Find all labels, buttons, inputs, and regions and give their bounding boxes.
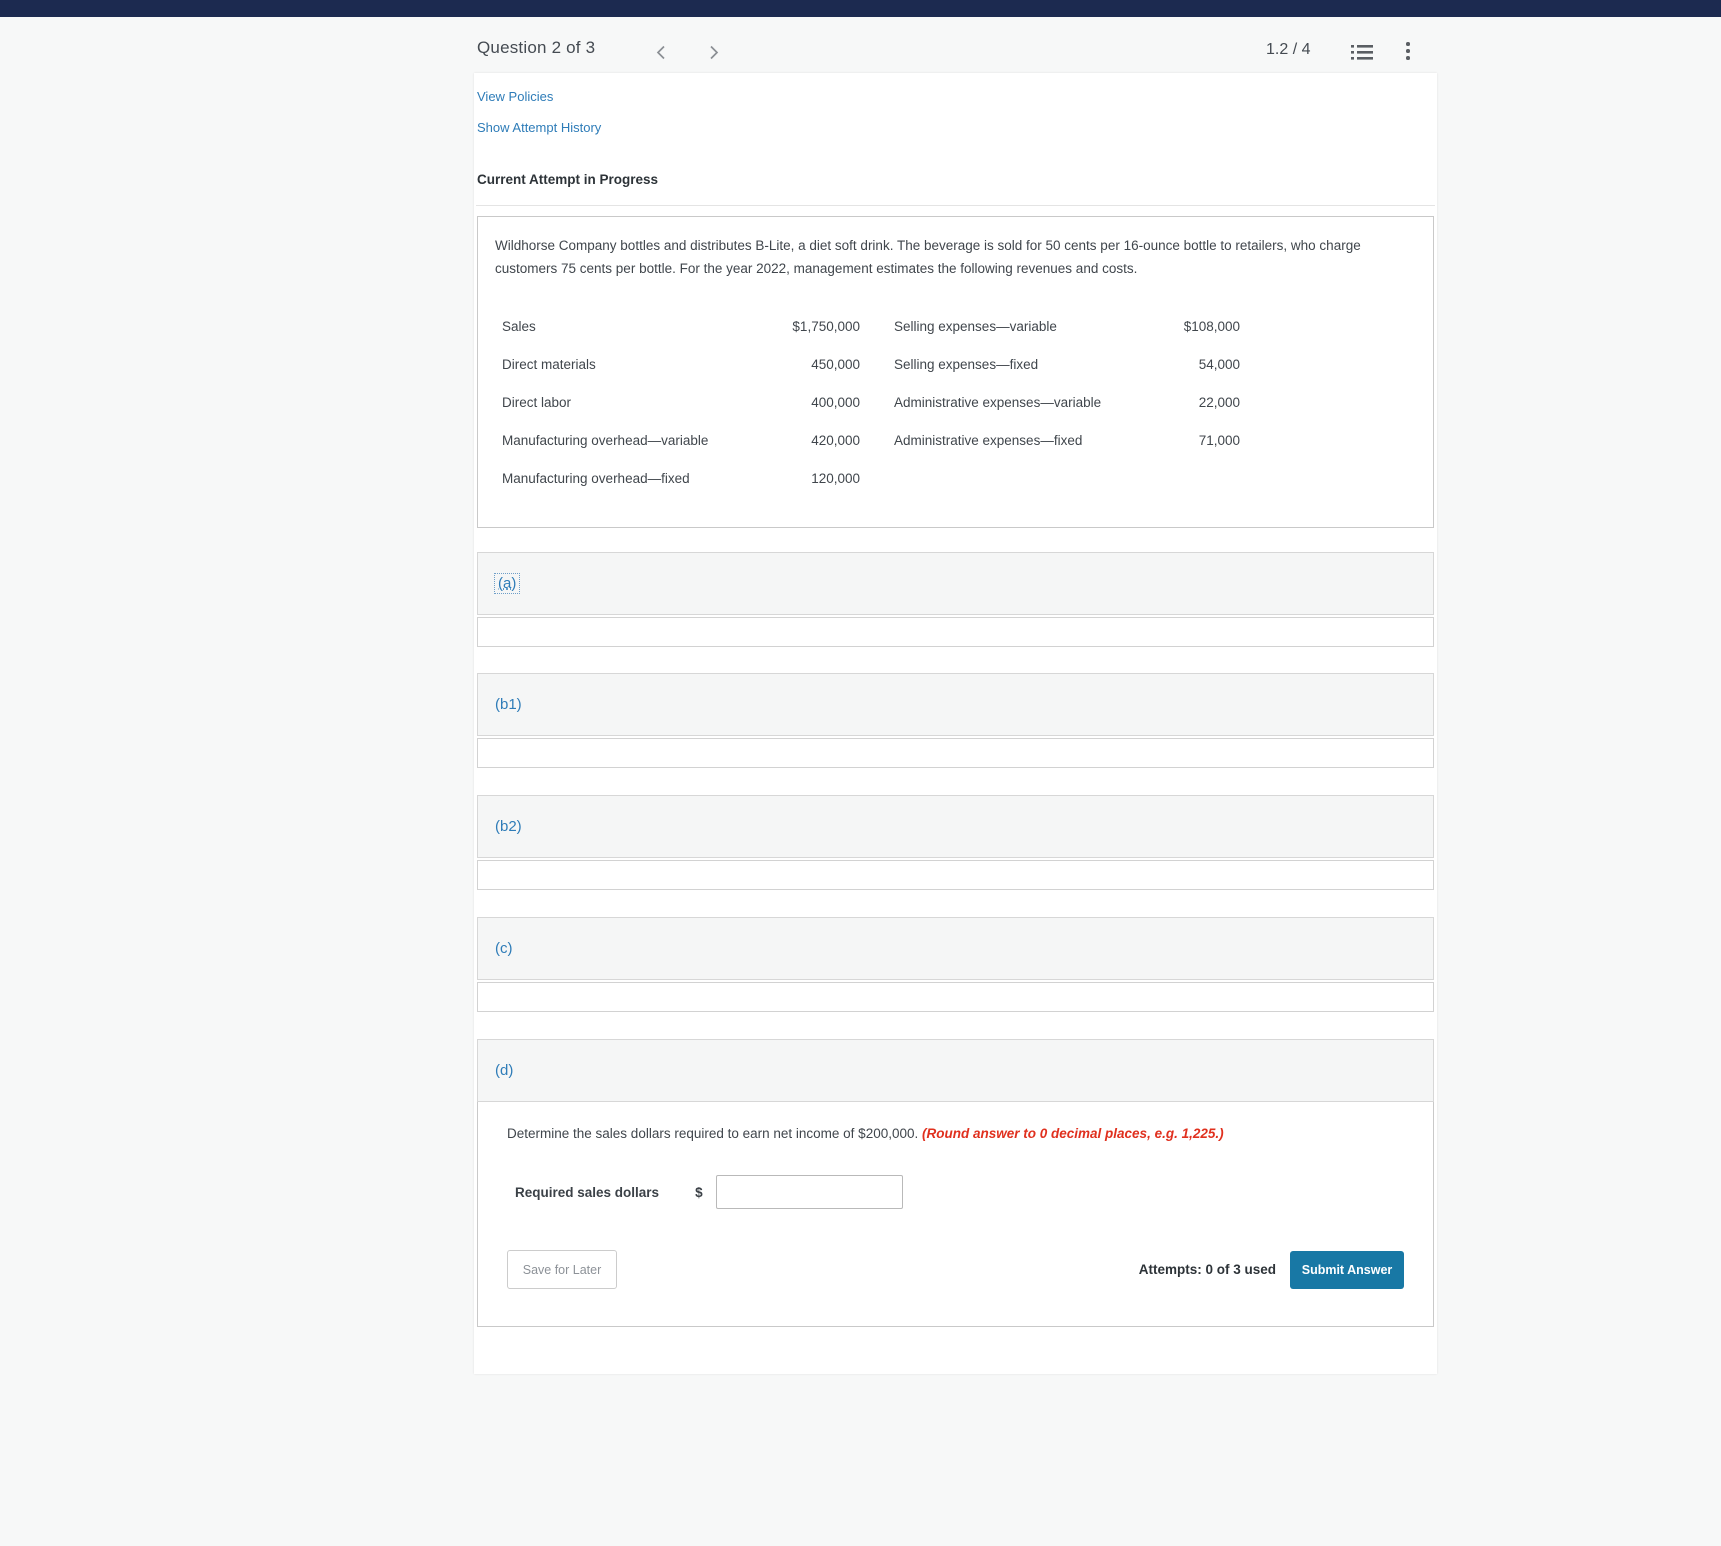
table-cell: Manufacturing overhead—fixed xyxy=(502,470,690,486)
section-a-link[interactable]: (a) xyxy=(493,573,521,594)
table-cell: 450,000 xyxy=(811,356,860,372)
chevron-left-icon xyxy=(656,45,665,59)
question-statement-box: Wildhorse Company bottles and distribute… xyxy=(477,216,1434,528)
table-cell: Administrative expenses—fixed xyxy=(894,432,1083,448)
rounding-note: (Round answer to 0 decimal places, e.g. … xyxy=(922,1126,1224,1141)
section-d-header: (d) xyxy=(477,1039,1434,1102)
answer-input-row: Required sales dollars $ xyxy=(515,1174,903,1210)
part-d-prompt: Determine the sales dollars required to … xyxy=(507,1126,1397,1141)
current-attempt-heading: Current Attempt in Progress xyxy=(477,172,659,187)
submit-answer-button[interactable]: Submit Answer xyxy=(1290,1250,1404,1289)
section-c-collapsed-content xyxy=(477,982,1434,1012)
next-question-button[interactable] xyxy=(701,40,727,64)
section-c-link[interactable]: (c) xyxy=(495,940,513,957)
prompt-text: Determine the sales dollars required to … xyxy=(507,1126,922,1141)
table-cell: 22,000 xyxy=(1198,394,1240,410)
cost-table: Sales $1,750,000 Selling expenses—variab… xyxy=(502,307,1240,497)
view-policies-link[interactable]: View Policies xyxy=(477,89,553,104)
question-list-button[interactable] xyxy=(1349,42,1375,62)
section-d-content: Determine the sales dollars required to … xyxy=(477,1102,1434,1327)
kebab-menu-icon xyxy=(1406,42,1410,60)
table-cell: Direct materials xyxy=(502,356,596,372)
save-for-later-button[interactable]: Save for Later xyxy=(507,1250,617,1289)
score-display: 1.2 / 4 xyxy=(1266,41,1311,58)
footer-right-group: Attempts: 0 of 3 used Submit Answer xyxy=(1138,1250,1404,1289)
chevron-right-icon xyxy=(710,45,719,59)
table-cell: 71,000 xyxy=(1198,432,1240,448)
table-cell: 54,000 xyxy=(1198,356,1240,372)
section-d-link[interactable]: (d) xyxy=(495,1062,513,1079)
section-a-header: (a) xyxy=(477,552,1434,615)
table-cell: 420,000 xyxy=(811,432,860,448)
top-navigation-bar xyxy=(0,0,1721,17)
heading-divider xyxy=(476,205,1435,206)
answer-footer-row: Save for Later Attempts: 0 of 3 used Sub… xyxy=(507,1250,1404,1289)
dollar-sign: $ xyxy=(695,1184,703,1200)
answer-input[interactable] xyxy=(715,1175,903,1209)
section-b2-link[interactable]: (b2) xyxy=(495,818,522,835)
table-cell: Selling expenses—variable xyxy=(894,318,1057,334)
table-cell: Selling expenses—fixed xyxy=(894,356,1039,372)
section-b2-collapsed-content xyxy=(477,860,1434,890)
question-text: Wildhorse Company bottles and distribute… xyxy=(495,238,1361,276)
table-cell: Direct labor xyxy=(502,394,572,410)
section-b1-header: (b1) xyxy=(477,673,1434,736)
table-cell: 400,000 xyxy=(811,394,860,410)
question-counter: Question 2 of 3 xyxy=(477,38,596,57)
section-b2-header: (b2) xyxy=(477,795,1434,858)
more-options-button[interactable] xyxy=(1399,40,1417,62)
section-c-header: (c) xyxy=(477,917,1434,980)
section-b1-collapsed-content xyxy=(477,738,1434,768)
question-list-icon xyxy=(1351,44,1373,60)
table-cell: $108,000 xyxy=(1183,318,1240,334)
prev-question-button[interactable] xyxy=(648,40,674,64)
required-sales-label: Required sales dollars xyxy=(515,1184,660,1200)
table-cell: Sales xyxy=(502,318,536,334)
table-cell: Administrative expenses—variable xyxy=(894,394,1102,410)
table-cell: 120,000 xyxy=(811,470,860,486)
attempts-counter: Attempts: 0 of 3 used xyxy=(1138,1262,1276,1277)
table-cell: $1,750,000 xyxy=(792,318,860,334)
section-b1-link[interactable]: (b1) xyxy=(495,696,522,713)
question-content-panel: View Policies Show Attempt History Curre… xyxy=(474,73,1437,1374)
table-cell: Manufacturing overhead—variable xyxy=(502,432,709,448)
show-attempt-history-link[interactable]: Show Attempt History xyxy=(477,120,601,135)
quiz-page: Question 2 of 3 1.2 / 4 View Policies Sh… xyxy=(0,0,1721,1546)
section-a-collapsed-content xyxy=(477,617,1434,647)
